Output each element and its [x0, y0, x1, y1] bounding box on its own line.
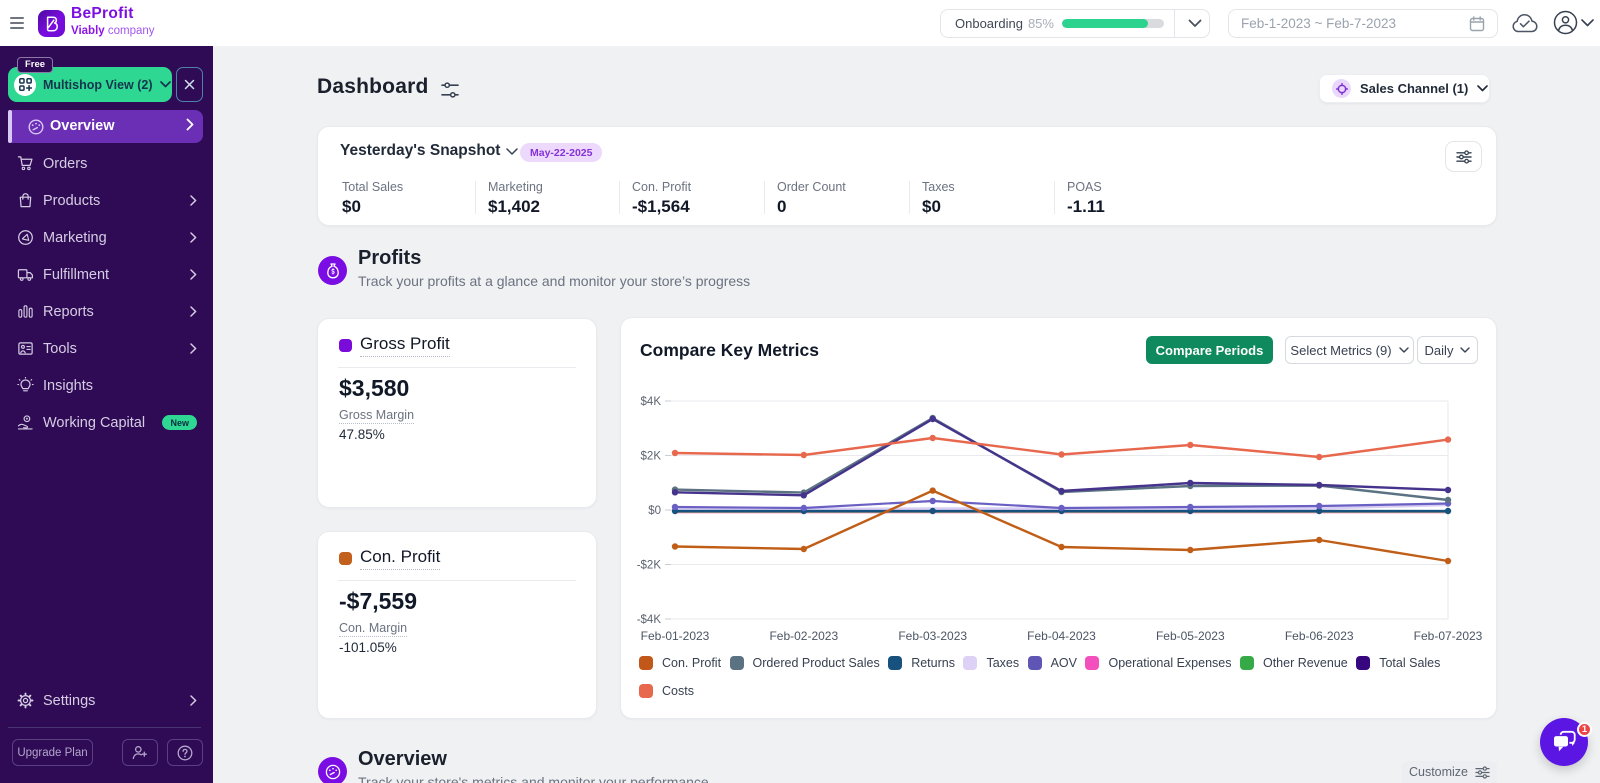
svg-text:$2K: $2K [641, 451, 662, 463]
svg-text:Feb-04-2023: Feb-04-2023 [1027, 629, 1096, 643]
svg-text:Feb-05-2023: Feb-05-2023 [1156, 629, 1225, 643]
svg-text:Feb-07-2023: Feb-07-2023 [1414, 629, 1483, 643]
svg-text:Feb-02-2023: Feb-02-2023 [769, 629, 838, 643]
svg-text:-$4K: -$4K [637, 614, 662, 626]
svg-text:Feb-06-2023: Feb-06-2023 [1285, 629, 1354, 643]
svg-text:Feb-03-2023: Feb-03-2023 [898, 629, 967, 643]
svg-text:$4K: $4K [641, 396, 662, 408]
svg-text:-$2K: -$2K [637, 560, 662, 572]
svg-text:$0: $0 [648, 505, 661, 517]
svg-text:Feb-01-2023: Feb-01-2023 [641, 629, 710, 643]
